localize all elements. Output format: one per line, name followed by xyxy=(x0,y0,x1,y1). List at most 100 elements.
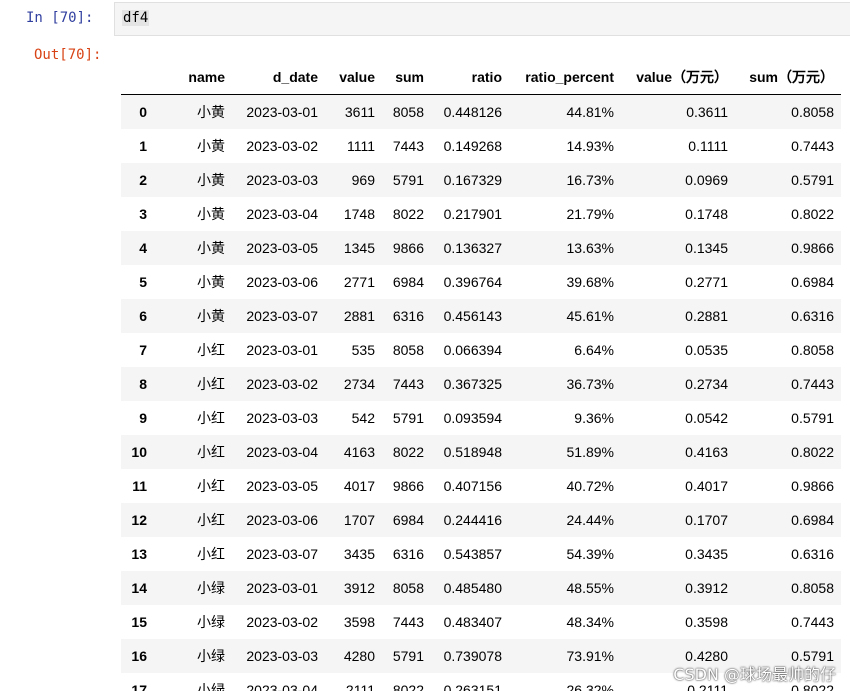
table-cell: 0.2771 xyxy=(685,273,728,290)
column-header: ratio_percent xyxy=(509,60,621,95)
table-cell: 5791 xyxy=(392,171,424,188)
table-cell: 0.6984 xyxy=(791,273,834,290)
table-cell: 3611 xyxy=(344,103,375,120)
table-cell: 小黄 xyxy=(197,103,225,120)
column-header: sum xyxy=(382,60,430,95)
table-row: 2 小黄 2023-03-03 969 5791 0.167329 16.73% 0.0969… xyxy=(121,162,841,197)
table-cell: 40.72% xyxy=(566,477,614,494)
row-index: 16 xyxy=(131,647,147,664)
table-cell: 小黄 xyxy=(197,137,225,154)
table-cell: 小红 xyxy=(197,545,225,562)
table-cell: 0.485480 xyxy=(443,579,502,596)
table-cell: 5791 xyxy=(392,647,424,664)
column-header: value xyxy=(325,60,382,95)
table-cell: 2023-03-04 xyxy=(246,205,318,222)
table-cell: 小黄 xyxy=(197,273,225,290)
table-cell: 0.6984 xyxy=(791,511,834,528)
table-cell: 0.407156 xyxy=(443,477,502,494)
table-cell: 45.61% xyxy=(566,307,614,324)
table-cell: 0.6316 xyxy=(791,307,834,324)
table-row: 10 小红 2023-03-04 4163 8022 0.518948 51.89% 0.41… xyxy=(121,434,841,469)
table-cell: 2023-03-04 xyxy=(246,443,318,460)
table-row: 4 小黄 2023-03-05 1345 9866 0.136327 13.63% 0.134… xyxy=(121,230,841,265)
table-row: 14 小绿 2023-03-01 3912 8058 0.485480 48.55% 0.39… xyxy=(121,570,841,605)
table-cell: 8058 xyxy=(392,579,424,596)
table-cell: 2023-03-05 xyxy=(246,477,318,494)
column-header: value（万元） xyxy=(621,60,735,95)
table-cell: 小绿 xyxy=(197,681,225,691)
code-text[interactable]: df4 xyxy=(122,10,150,26)
table-cell: 9866 xyxy=(392,239,424,256)
table-cell: 0.2734 xyxy=(685,375,728,392)
table-cell: 9.36% xyxy=(574,409,614,426)
table-cell: 2023-03-01 xyxy=(246,341,318,358)
table-row: 6 小黄 2023-03-07 2881 6316 0.456143 45.61% 0.288… xyxy=(121,298,841,333)
table-cell: 44.81% xyxy=(566,103,614,120)
table-cell: 小黄 xyxy=(197,205,225,222)
table-cell: 0.8058 xyxy=(791,341,834,358)
table-cell: 2023-03-02 xyxy=(246,375,318,392)
table-cell: 6316 xyxy=(392,545,424,562)
table-cell: 3435 xyxy=(343,545,375,562)
table-cell: 小黄 xyxy=(197,239,225,256)
table-cell: 0.456143 xyxy=(443,307,502,324)
table-cell: 0.4017 xyxy=(685,477,728,494)
row-index: 5 xyxy=(139,273,147,290)
table-cell: 9866 xyxy=(392,477,424,494)
table-row: 11 小红 2023-03-05 4017 9866 0.407156 40.72% 0.40… xyxy=(121,469,841,503)
table-cell: 6.64% xyxy=(574,341,614,358)
table-cell: 0.3912 xyxy=(685,579,728,596)
row-index: 15 xyxy=(131,613,147,630)
table-cell: 0.263151 xyxy=(443,681,502,691)
table-cell: 2023-03-03 xyxy=(246,171,318,188)
row-index: 8 xyxy=(139,375,147,392)
table-cell: 0.1748 xyxy=(685,205,728,222)
table-cell: 3598 xyxy=(343,613,375,630)
column-header: name xyxy=(153,60,233,95)
row-index: 7 xyxy=(139,341,147,358)
table-cell: 2771 xyxy=(343,273,375,290)
table-cell: 48.34% xyxy=(566,613,614,630)
table-cell: 8022 xyxy=(392,443,424,460)
table-cell: 51.89% xyxy=(566,443,614,460)
code-cell-input[interactable] xyxy=(114,2,850,36)
table-cell: 0.5791 xyxy=(791,409,834,426)
table-cell: 54.39% xyxy=(566,545,614,562)
table-cell: 0.4163 xyxy=(685,443,728,460)
table-cell: 4163 xyxy=(343,443,375,460)
table-cell: 1707 xyxy=(343,511,375,528)
table-cell: 小绿 xyxy=(197,647,225,664)
table-cell: 0.9866 xyxy=(791,239,834,256)
table-cell: 8058 xyxy=(392,103,424,120)
row-index: 11 xyxy=(132,477,147,494)
row-index: 3 xyxy=(139,205,147,222)
row-index: 10 xyxy=(131,443,147,460)
table-cell: 2023-03-01 xyxy=(246,103,318,120)
table-cell: 0.739078 xyxy=(443,647,502,664)
table-cell: 0.448126 xyxy=(443,103,502,120)
table-cell: 0.8022 xyxy=(791,443,834,460)
table-cell: 5791 xyxy=(392,409,424,426)
table-cell: 0.136327 xyxy=(443,239,502,256)
input-prompt: In [70]: xyxy=(26,10,94,26)
dataframe-table: name d_date value sum ratio ratio_percent valu… xyxy=(121,60,841,691)
column-header xyxy=(121,60,153,95)
table-cell: 0.0969 xyxy=(685,171,728,188)
table-cell: 0.367325 xyxy=(443,375,502,392)
row-index: 13 xyxy=(131,545,147,562)
table-cell: 2023-03-03 xyxy=(246,647,318,664)
table-cell: 4280 xyxy=(343,647,375,664)
table-cell: 8022 xyxy=(392,205,424,222)
table-cell: 0.1707 xyxy=(685,511,728,528)
table-cell: 26.32% xyxy=(566,681,614,691)
table-cell: 13.63% xyxy=(566,239,614,256)
table-cell: 小红 xyxy=(197,409,225,426)
table-cell: 小红 xyxy=(197,375,225,392)
row-index: 2 xyxy=(139,171,147,188)
table-cell: 1345 xyxy=(343,239,375,256)
table-cell: 0.3598 xyxy=(685,613,728,630)
table-cell: 36.73% xyxy=(566,375,614,392)
column-header: ratio xyxy=(430,60,509,95)
table-cell: 39.68% xyxy=(566,273,614,290)
row-index: 0 xyxy=(139,103,147,120)
